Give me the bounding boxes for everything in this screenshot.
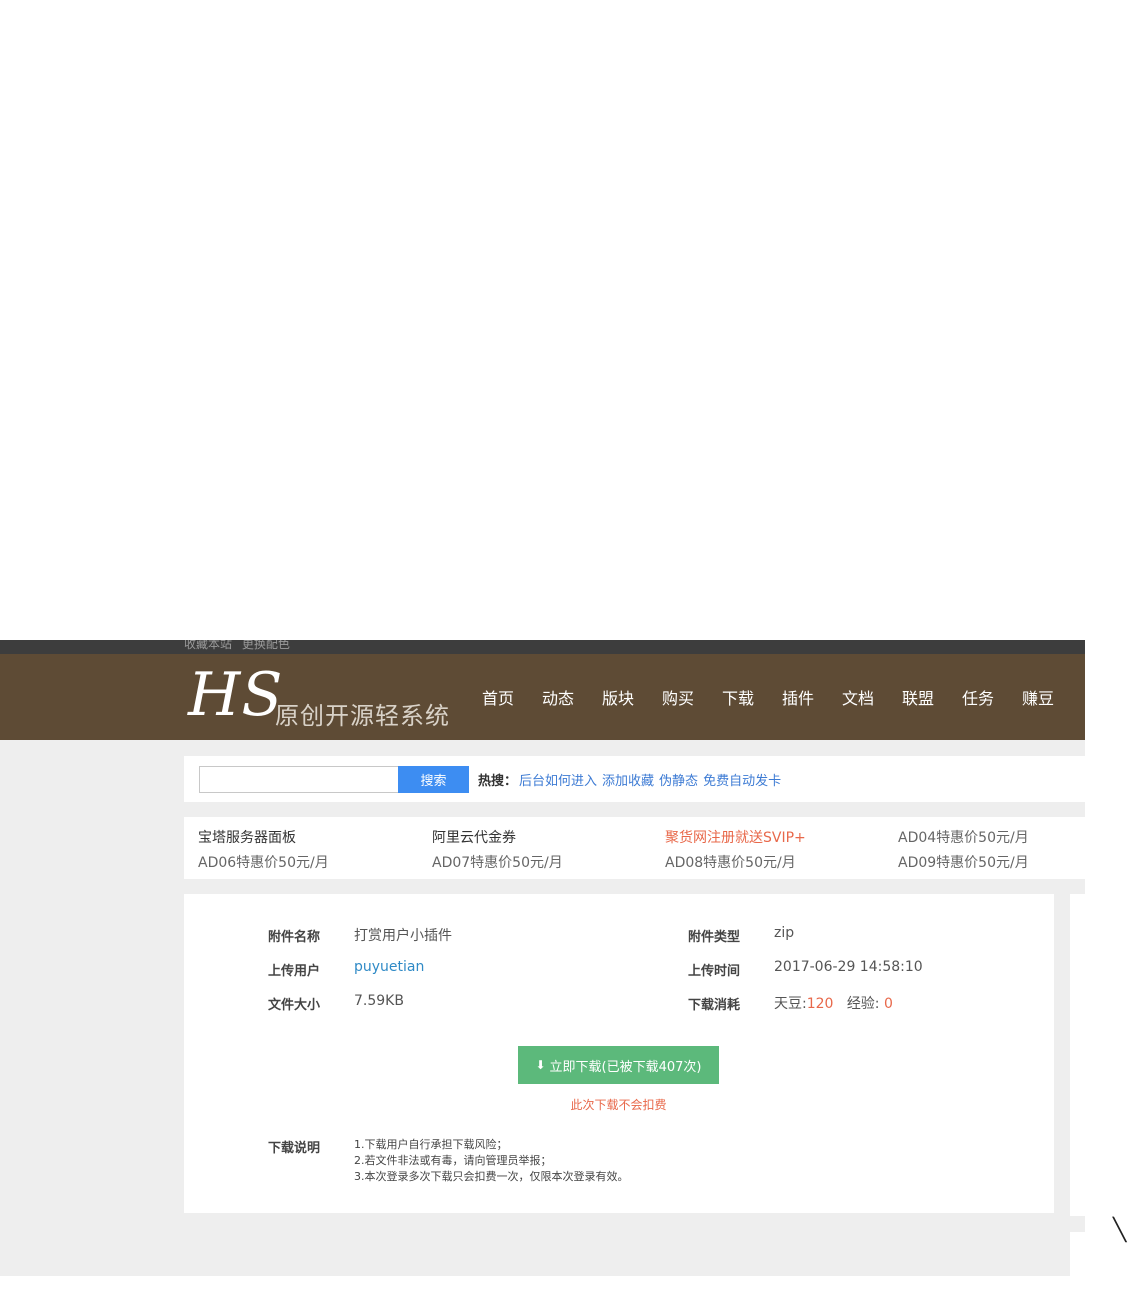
desc-line: 1.下载用户自行承担下载风险； [354, 1138, 508, 1151]
download-button[interactable]: ⬇ 立即下载(已被下载407次) [518, 1046, 719, 1084]
type-label: 附件类型 [688, 930, 741, 945]
sidebar-panel-lower [1070, 1232, 1085, 1276]
hot-link-card[interactable]: 免费自动发卡 [703, 774, 781, 789]
ad-link[interactable]: 聚货网注册就送SVIP+ [665, 827, 806, 847]
time-value: 2017-06-29 14:58:10 [774, 959, 923, 975]
nav-earn[interactable]: 赚豆 [1008, 685, 1068, 709]
hot-searches: 热搜： 后台如何进入 添加收藏 伪静态 免费自动发卡 [478, 770, 784, 789]
top-strip: 收藏本站 更换配色 [0, 640, 1085, 654]
top-links: 收藏本站 更换配色 [184, 640, 296, 652]
download-note: 此次下载不会扣费 [570, 1098, 667, 1112]
logo[interactable]: HS [188, 660, 283, 730]
download-icon: ⬇ [535, 1058, 546, 1072]
desc-label: 下载说明 [268, 1141, 321, 1156]
coin-amount: 120 [806, 996, 834, 1012]
ad-link[interactable]: 宝塔服务器面板 [198, 827, 296, 847]
logo-tagline: 原创开源轻系统 [275, 702, 450, 730]
hot-link-favorite[interactable]: 添加收藏 [602, 774, 654, 789]
hot-link-rewrite[interactable]: 伪静态 [659, 774, 698, 789]
nav-home[interactable]: 首页 [468, 685, 528, 709]
time-label: 上传时间 [688, 964, 741, 979]
change-color-link[interactable]: 更换配色 [242, 640, 290, 651]
cost-value: 天豆:120 经验: 0 [774, 993, 893, 1013]
nav-plugins[interactable]: 插件 [768, 685, 828, 709]
ad-link[interactable]: 阿里云代金券 [432, 827, 516, 847]
desc-line: 2.若文件非法或有毒，请向管理员举报； [354, 1154, 552, 1167]
desc-line: 3.本次登录多次下载只会扣费一次，仅限本次登录有效。 [354, 1170, 629, 1183]
ad-block: 宝塔服务器面板 阿里云代金券 聚货网注册就送SVIP+ AD04特惠价50元/月… [184, 817, 1085, 879]
uploader-link[interactable]: puyuetian [354, 959, 424, 975]
download-button-label: 立即下载(已被下载407次) [549, 1059, 702, 1075]
ad-link[interactable]: AD07特惠价50元/月 [432, 852, 563, 872]
size-label: 文件大小 [268, 998, 321, 1013]
nav-alliance[interactable]: 联盟 [888, 685, 948, 709]
main-nav: 首页 动态 版块 购买 下载 插件 文档 联盟 任务 赚豆 [468, 654, 1068, 740]
ad-link[interactable]: AD08特惠价50元/月 [665, 852, 796, 872]
ad-link[interactable]: AD06特惠价50元/月 [198, 852, 329, 872]
resize-handle-icon[interactable]: ╲ [1113, 1218, 1126, 1243]
nav-download[interactable]: 下载 [708, 685, 768, 709]
exp-amount: 0 [883, 996, 893, 1012]
name-label: 附件名称 [268, 930, 321, 945]
bookmark-link[interactable]: 收藏本站 [184, 640, 232, 651]
site-viewport: 收藏本站 更换配色 HS 原创开源轻系统 首页 动态 版块 购买 下载 插件 文… [0, 640, 1085, 1276]
download-description: 1.下载用户自行承担下载风险； 2.若文件非法或有毒，请向管理员举报； 3.本次… [354, 1137, 629, 1185]
uploader-label: 上传用户 [268, 964, 321, 979]
page: 收藏本站 更换配色 HS 原创开源轻系统 首页 动态 版块 购买 下载 插件 文… [0, 0, 1141, 1307]
nav-tasks[interactable]: 任务 [948, 685, 1008, 709]
nav-feed[interactable]: 动态 [528, 685, 588, 709]
ad-link[interactable]: AD04特惠价50元/月 [898, 827, 1029, 847]
coin-label: 天豆: [774, 996, 807, 1012]
search-button[interactable]: 搜索 [398, 766, 469, 793]
size-value: 7.59KB [354, 993, 404, 1009]
sidebar-panel [1070, 894, 1085, 1216]
cost-label: 下载消耗 [688, 998, 741, 1013]
search-input[interactable] [199, 766, 399, 793]
nav-docs[interactable]: 文档 [828, 685, 888, 709]
site-header: HS 原创开源轻系统 首页 动态 版块 购买 下载 插件 文档 联盟 任务 赚豆 [0, 654, 1085, 740]
exp-label: 经验: [846, 996, 880, 1012]
name-value: 打赏用户小插件 [354, 928, 452, 944]
ad-link[interactable]: AD09特惠价50元/月 [898, 852, 1029, 872]
nav-buy[interactable]: 购买 [648, 685, 708, 709]
type-value: zip [774, 925, 795, 941]
attachment-panel: 附件名称 打赏用户小插件 附件类型 zip 上传用户 puyuetian 上传时… [184, 894, 1054, 1213]
nav-boards[interactable]: 版块 [588, 685, 648, 709]
search-bar: 搜索 热搜： 后台如何进入 添加收藏 伪静态 免费自动发卡 [184, 756, 1085, 802]
hot-search-label: 热搜： [478, 774, 518, 789]
hot-link-admin[interactable]: 后台如何进入 [519, 774, 597, 789]
